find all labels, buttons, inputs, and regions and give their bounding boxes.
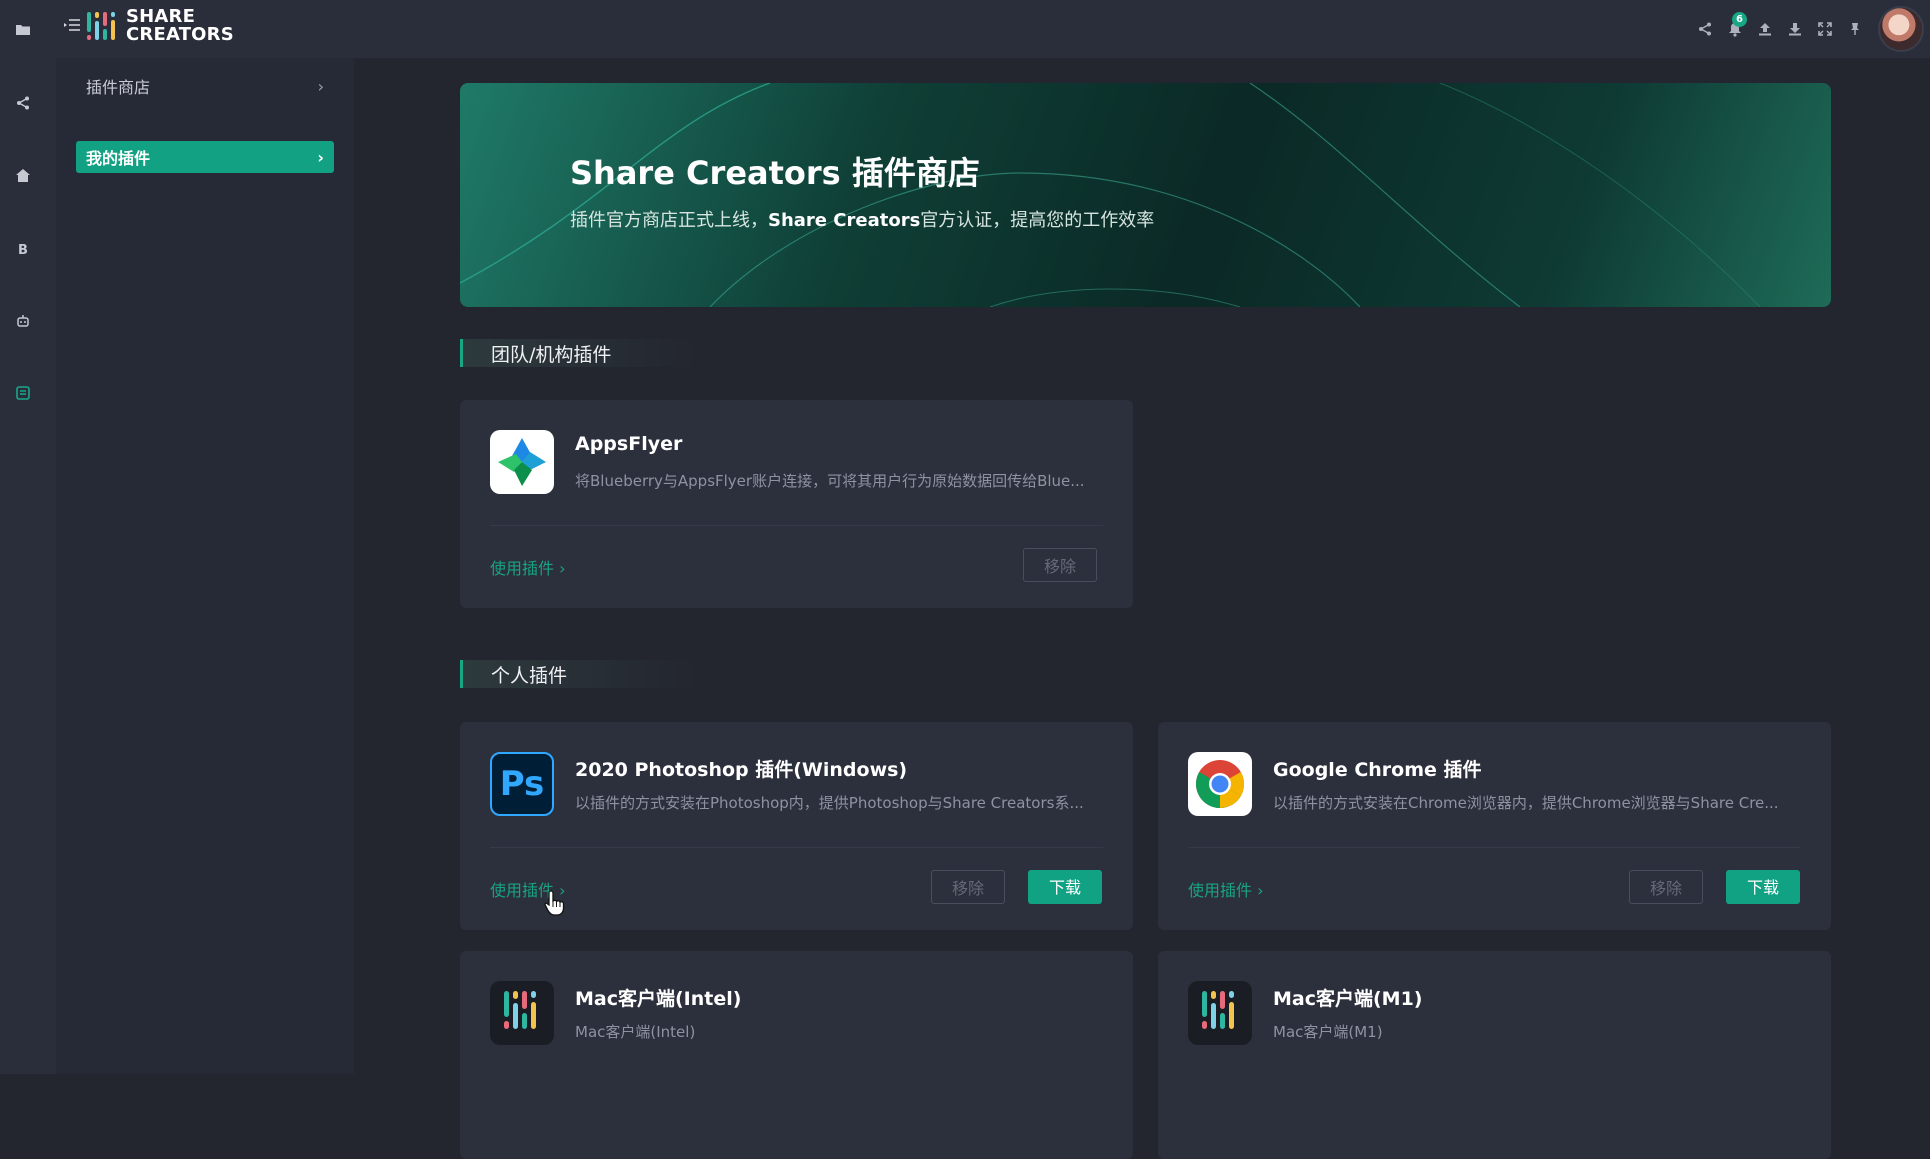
upload-icon[interactable]: [1750, 14, 1780, 44]
chevron-right-icon: ›: [317, 147, 324, 167]
avatar[interactable]: [1878, 6, 1924, 52]
plugin-card-chrome: Google Chrome 插件 以插件的方式安装在Chrome浏览器内，提供C…: [1158, 722, 1831, 930]
divider: [1188, 847, 1801, 848]
plugin-card-mac-intel: Mac客户端(Intel) Mac客户端(Intel): [460, 951, 1133, 1159]
sidebar-item-plugin-store[interactable]: 插件商店 ›: [76, 70, 334, 102]
plugin-card-appsflyer: AppsFlyer 将Blueberry与AppsFlyer账户连接，可将其用户…: [460, 400, 1133, 608]
plugin-description: 以插件的方式安装在Chrome浏览器内，提供Chrome浏览器与Share Cr…: [1273, 794, 1779, 812]
remove-button[interactable]: 移除: [931, 870, 1005, 904]
hero-decoration: [460, 83, 1761, 307]
pin-icon[interactable]: [1840, 14, 1870, 44]
chevron-right-icon: ›: [317, 76, 324, 96]
sidebar-item-label: 插件商店: [86, 78, 151, 97]
plugin-store-icon[interactable]: [14, 384, 32, 402]
plugin-description: Mac客户端(Intel): [575, 1023, 696, 1041]
appsflyer-icon: [490, 430, 554, 494]
logo-line-2: CREATORS: [126, 24, 234, 45]
section-title-team: 团队/机构插件: [460, 339, 700, 367]
remove-button[interactable]: 移除: [1023, 548, 1097, 582]
plugin-description: Mac客户端(M1): [1273, 1023, 1383, 1041]
hero-title: Share Creators 插件商店: [570, 154, 980, 192]
logo-mark-icon: [87, 12, 115, 40]
plugin-card-photoshop: Ps 2020 Photoshop 插件(Windows) 以插件的方式安装在P…: [460, 722, 1133, 930]
plugin-card-mac-m1: Mac客户端(M1) Mac客户端(M1): [1158, 951, 1831, 1159]
bitcoin-icon[interactable]: B: [14, 240, 32, 258]
main-content: Share Creators 插件商店 插件官方商店正式上线，Share Cre…: [354, 58, 1930, 1159]
divider: [490, 525, 1103, 526]
pointer-cursor-icon: [544, 890, 565, 916]
share-icon[interactable]: [1690, 14, 1720, 44]
plugin-description: 以插件的方式安装在Photoshop内，提供Photoshop与Share Cr…: [575, 794, 1084, 812]
sidebar-item-label: 我的插件: [86, 149, 151, 168]
photoshop-icon: Ps: [490, 752, 554, 816]
chrome-icon: [1188, 752, 1252, 816]
download-icon[interactable]: [1780, 14, 1810, 44]
download-button[interactable]: 下载: [1726, 870, 1800, 904]
divider: [490, 847, 1103, 848]
share-icon[interactable]: [14, 94, 32, 112]
logo[interactable]: SHARE CREATORS: [84, 8, 234, 44]
plugin-title: 2020 Photoshop 插件(Windows): [575, 759, 908, 781]
sidebar: 插件商店 › 我的插件 ›: [56, 58, 354, 1074]
plugin-description: 将Blueberry与AppsFlyer账户连接，可将其用户行为原始数据回传给B…: [575, 472, 1085, 490]
remove-button[interactable]: 移除: [1629, 870, 1703, 904]
menu-toggle-icon[interactable]: [64, 18, 82, 36]
download-button[interactable]: 下载: [1028, 870, 1102, 904]
home-icon[interactable]: [14, 166, 32, 184]
svg-text:B: B: [18, 243, 28, 256]
bell-icon[interactable]: 6: [1720, 12, 1750, 44]
use-plugin-link[interactable]: 使用插件 ›: [1188, 877, 1264, 901]
plugin-title: Mac客户端(Intel): [575, 988, 742, 1010]
hero-banner: Share Creators 插件商店 插件官方商店正式上线，Share Cre…: [460, 83, 1831, 307]
share-creators-app-icon: [490, 981, 554, 1045]
section-title-personal: 个人插件: [460, 660, 700, 688]
top-actions: 6: [1690, 0, 1930, 58]
robot-icon[interactable]: [14, 312, 32, 330]
folder-icon[interactable]: [14, 20, 32, 38]
use-plugin-link[interactable]: 使用插件 ›: [490, 555, 566, 579]
top-bar: SHARE CREATORS 6: [56, 0, 1930, 58]
sidebar-item-my-plugins[interactable]: 我的插件 ›: [76, 141, 334, 173]
share-creators-app-icon: [1188, 981, 1252, 1045]
notification-badge: 6: [1732, 12, 1747, 27]
icon-rail: B: [0, 0, 57, 1074]
plugin-title: Mac客户端(M1): [1273, 988, 1423, 1010]
plugin-title: AppsFlyer: [575, 433, 683, 455]
fullscreen-icon[interactable]: [1810, 14, 1840, 44]
hero-subtitle: 插件官方商店正式上线，Share Creators官方认证，提高您的工作效率: [570, 210, 1155, 231]
plugin-title: Google Chrome 插件: [1273, 759, 1482, 781]
photoshop-icon-label: Ps: [499, 764, 545, 804]
